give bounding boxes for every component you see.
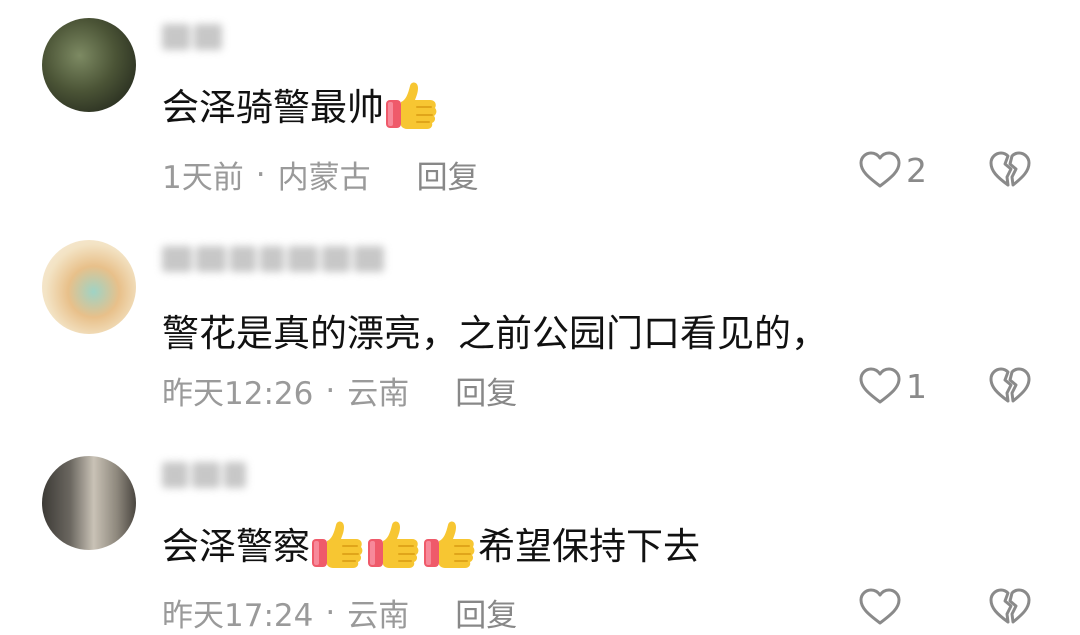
comment-text-suffix: 希望保持下去	[478, 525, 700, 568]
broken-heart-icon[interactable]	[988, 587, 1032, 627]
meta-separator: ·	[325, 594, 336, 631]
comment-location: 云南	[347, 598, 410, 634]
comment-item: 会泽警察 希望保持下去 昨天17:24 · 云南 回复	[0, 0, 1080, 635]
comment-text-body: 会泽警察	[162, 525, 310, 568]
thumbs-up-emoji-icon	[310, 515, 366, 571]
comment-text: 会泽警察 希望保持下去	[162, 515, 700, 571]
thumbs-up-emoji-icon	[366, 515, 422, 571]
comment-time: 昨天17:24	[162, 598, 314, 634]
reply-button[interactable]: 回复	[455, 590, 517, 635]
heart-outline-icon	[858, 587, 902, 627]
thumbs-up-emoji-icon	[422, 515, 478, 571]
username-blurred[interactable]	[162, 462, 250, 492]
like-button[interactable]	[858, 587, 906, 627]
avatar[interactable]	[42, 456, 136, 550]
comment-meta: 昨天17:24 · 云南 回复	[162, 590, 517, 635]
